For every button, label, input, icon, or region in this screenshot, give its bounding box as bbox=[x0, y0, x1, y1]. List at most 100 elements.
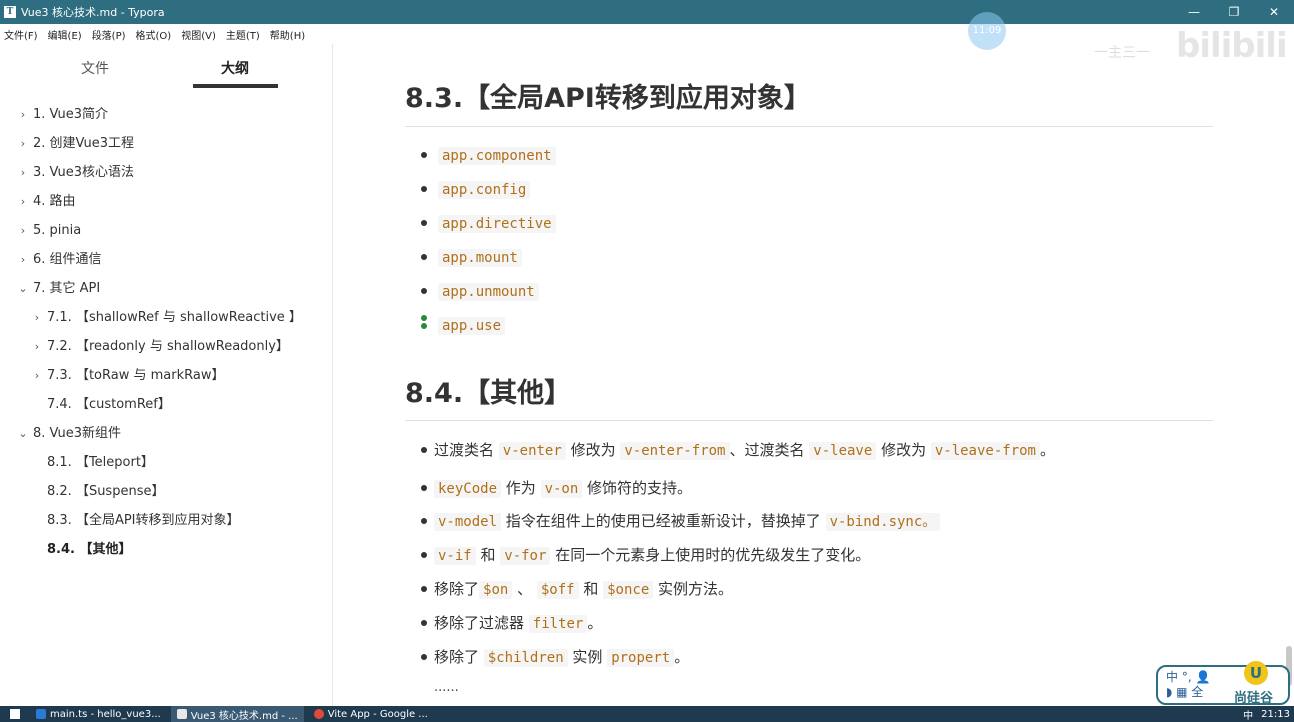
menu-help[interactable]: 帮助(H) bbox=[270, 27, 305, 42]
outline-item[interactable]: › 6. 组件通信 bbox=[21, 250, 102, 270]
outline-item[interactable]: › 7.2. 【readonly 与 shallowReadonly】 bbox=[35, 337, 289, 357]
typora-app-icon: T bbox=[4, 6, 16, 18]
title-bar: T Vue3 核心技术.md - Typora — ❐ ✕ bbox=[0, 0, 1294, 24]
chevron-right-icon[interactable]: › bbox=[31, 366, 43, 386]
active-tab-indicator bbox=[193, 84, 278, 88]
outline-item-label: 7.1. 【shallowRef 与 shallowReactive 】 bbox=[47, 310, 302, 325]
outline-item[interactable]: › 7.3. 【toRaw 与 markRaw】 bbox=[35, 366, 225, 386]
outline-item[interactable]: 8.1. 【Teleport】 bbox=[47, 453, 154, 473]
brand-logo-icon: U bbox=[1244, 661, 1268, 685]
vertical-scrollbar[interactable] bbox=[1284, 44, 1294, 706]
outline-item[interactable]: ⌄ 8. Vue3新组件 bbox=[18, 424, 121, 444]
chevron-down-icon[interactable]: ⌄ bbox=[17, 279, 29, 299]
chevron-right-icon[interactable]: › bbox=[17, 134, 29, 154]
chevron-down-icon[interactable]: ⌄ bbox=[17, 424, 29, 444]
heading-divider bbox=[405, 126, 1213, 127]
inline-code: v-bind.sync。 bbox=[825, 513, 941, 531]
chevron-right-icon[interactable]: › bbox=[17, 192, 29, 212]
chevron-right-icon[interactable]: › bbox=[17, 250, 29, 270]
outline-item[interactable]: 8.2. 【Suspense】 bbox=[47, 482, 164, 502]
text: 指令在组件上的使用已经被重新设计，替换掉了 bbox=[501, 512, 826, 530]
list-item: app.use bbox=[438, 315, 506, 336]
text: 。 bbox=[587, 614, 603, 632]
editor-content[interactable]: 8.3.【全局API转移到应用对象】 app.component app.con… bbox=[334, 44, 1294, 706]
outline-item[interactable]: › 3. Vue3核心语法 bbox=[21, 163, 134, 183]
taskbar-item-vscode[interactable]: main.ts - hello_vue3... bbox=[30, 706, 167, 722]
list-item: app.directive bbox=[438, 213, 556, 234]
tab-files[interactable]: 文件 bbox=[81, 58, 109, 78]
chevron-right-icon[interactable]: › bbox=[31, 308, 43, 328]
outline-item[interactable]: › 4. 路由 bbox=[21, 192, 76, 212]
list-item: 过渡类名 v-enter 修改为 v-enter-from 、过渡类名 v-lea… bbox=[434, 440, 1055, 461]
typora-icon bbox=[176, 709, 187, 719]
inline-code: v-model bbox=[434, 513, 502, 531]
chevron-right-icon[interactable]: › bbox=[17, 221, 29, 241]
text: 移除了过滤器 bbox=[434, 614, 529, 632]
clock-overlay: 11:09 bbox=[968, 12, 1006, 50]
taskbar-item-chrome[interactable]: Vite App - Google ... bbox=[308, 706, 434, 722]
window-title: Vue3 核心技术.md - Typora bbox=[21, 6, 165, 19]
outline-item-label: 8.2. 【Suspense】 bbox=[47, 484, 165, 499]
inline-code: filter bbox=[528, 615, 588, 633]
list-item: keyCode 作为 v-on 修饰符的支持。 bbox=[434, 478, 692, 499]
chevron-right-icon[interactable]: › bbox=[17, 163, 29, 183]
task-label: main.ts - hello_vue3... bbox=[50, 708, 161, 720]
minimize-button[interactable]: — bbox=[1174, 0, 1214, 24]
outline-item-label: 7.4. 【customRef】 bbox=[47, 397, 171, 412]
list-item: 移除了 $children 实例 propert。 bbox=[434, 647, 689, 668]
text: 。 bbox=[1040, 441, 1056, 459]
outline-item[interactable]: 8.3. 【全局API转移到应用对象】 bbox=[47, 511, 240, 531]
ime-status[interactable]: 中 °, 👤 ◗ ▦ 全 bbox=[1166, 670, 1210, 700]
list-item: app.mount bbox=[438, 247, 522, 268]
list-item: 移除了过滤器 filter。 bbox=[434, 613, 602, 634]
start-button[interactable] bbox=[0, 706, 30, 722]
system-tray: 中 21:13 bbox=[1235, 706, 1290, 722]
bullet-icon bbox=[421, 254, 427, 260]
sidebar: 文件 大纲 › 1. Vue3简介 › 2. 创建Vue3工程 › 3. Vue3核心… bbox=[0, 44, 333, 706]
text: 。 bbox=[674, 648, 690, 666]
bullet-icon bbox=[421, 447, 427, 453]
inline-code: app.directive bbox=[438, 215, 556, 233]
bullet-icon bbox=[421, 323, 427, 329]
menu-file[interactable]: 文件(F) bbox=[4, 27, 38, 42]
outline-item[interactable]: › 1. Vue3简介 bbox=[21, 105, 108, 125]
inline-code: app.mount bbox=[438, 249, 522, 267]
menu-view[interactable]: 视图(V) bbox=[181, 27, 216, 42]
ime-toolbar[interactable]: 中 °, 👤 ◗ ▦ 全 U 尚硅谷 bbox=[1156, 661, 1290, 706]
close-button[interactable]: ✕ bbox=[1254, 0, 1294, 24]
inline-code: propert bbox=[607, 649, 675, 667]
taskbar-item-typora[interactable]: Vue3 核心技术.md - ... bbox=[170, 706, 304, 722]
inline-code: $once bbox=[603, 581, 654, 599]
ellipsis-text: ...... bbox=[434, 680, 459, 695]
tab-outline[interactable]: 大纲 bbox=[221, 58, 249, 78]
outline-item[interactable]: › 7.1. 【shallowRef 与 shallowReactive 】 bbox=[35, 308, 302, 328]
text: 和 bbox=[578, 580, 604, 598]
vscode-icon bbox=[36, 709, 46, 719]
outline-item[interactable]: › 5. pinia bbox=[21, 221, 81, 241]
menu-paragraph[interactable]: 段落(P) bbox=[92, 27, 126, 42]
tray-clock[interactable]: 21:13 bbox=[1261, 709, 1290, 720]
inline-code: $off bbox=[536, 581, 579, 599]
bullet-icon bbox=[421, 518, 427, 524]
chevron-right-icon[interactable]: › bbox=[31, 337, 43, 357]
tray-language[interactable]: 中 bbox=[1243, 707, 1253, 722]
menu-format[interactable]: 格式(O) bbox=[136, 27, 172, 42]
outline-item-label: 2. 创建Vue3工程 bbox=[33, 136, 135, 151]
text: 在同一个元素身上使用时的优先级发生了变化。 bbox=[550, 546, 871, 564]
menu-theme[interactable]: 主题(T) bbox=[226, 27, 260, 42]
chevron-right-icon[interactable]: › bbox=[17, 105, 29, 125]
inline-code: v-leave bbox=[809, 442, 877, 460]
outline-item-active[interactable]: 8.4. 【其他】 bbox=[47, 540, 132, 560]
menu-edit[interactable]: 编辑(E) bbox=[48, 27, 82, 42]
text: 移除了 bbox=[434, 580, 480, 598]
text: 、过渡类名 bbox=[729, 441, 810, 459]
outline-item-label: 6. 组件通信 bbox=[33, 252, 102, 267]
outline-item[interactable]: ⌄ 7. 其它 API bbox=[18, 279, 100, 299]
outline-item[interactable]: › 2. 创建Vue3工程 bbox=[21, 134, 135, 154]
list-item: app.component bbox=[438, 145, 556, 166]
maximize-button[interactable]: ❐ bbox=[1214, 0, 1254, 24]
bullet-icon bbox=[421, 654, 427, 660]
text: 修改为 bbox=[876, 441, 931, 459]
outline-item[interactable]: 7.4. 【customRef】 bbox=[47, 395, 171, 415]
outline-item-label: 8.1. 【Teleport】 bbox=[47, 455, 154, 470]
